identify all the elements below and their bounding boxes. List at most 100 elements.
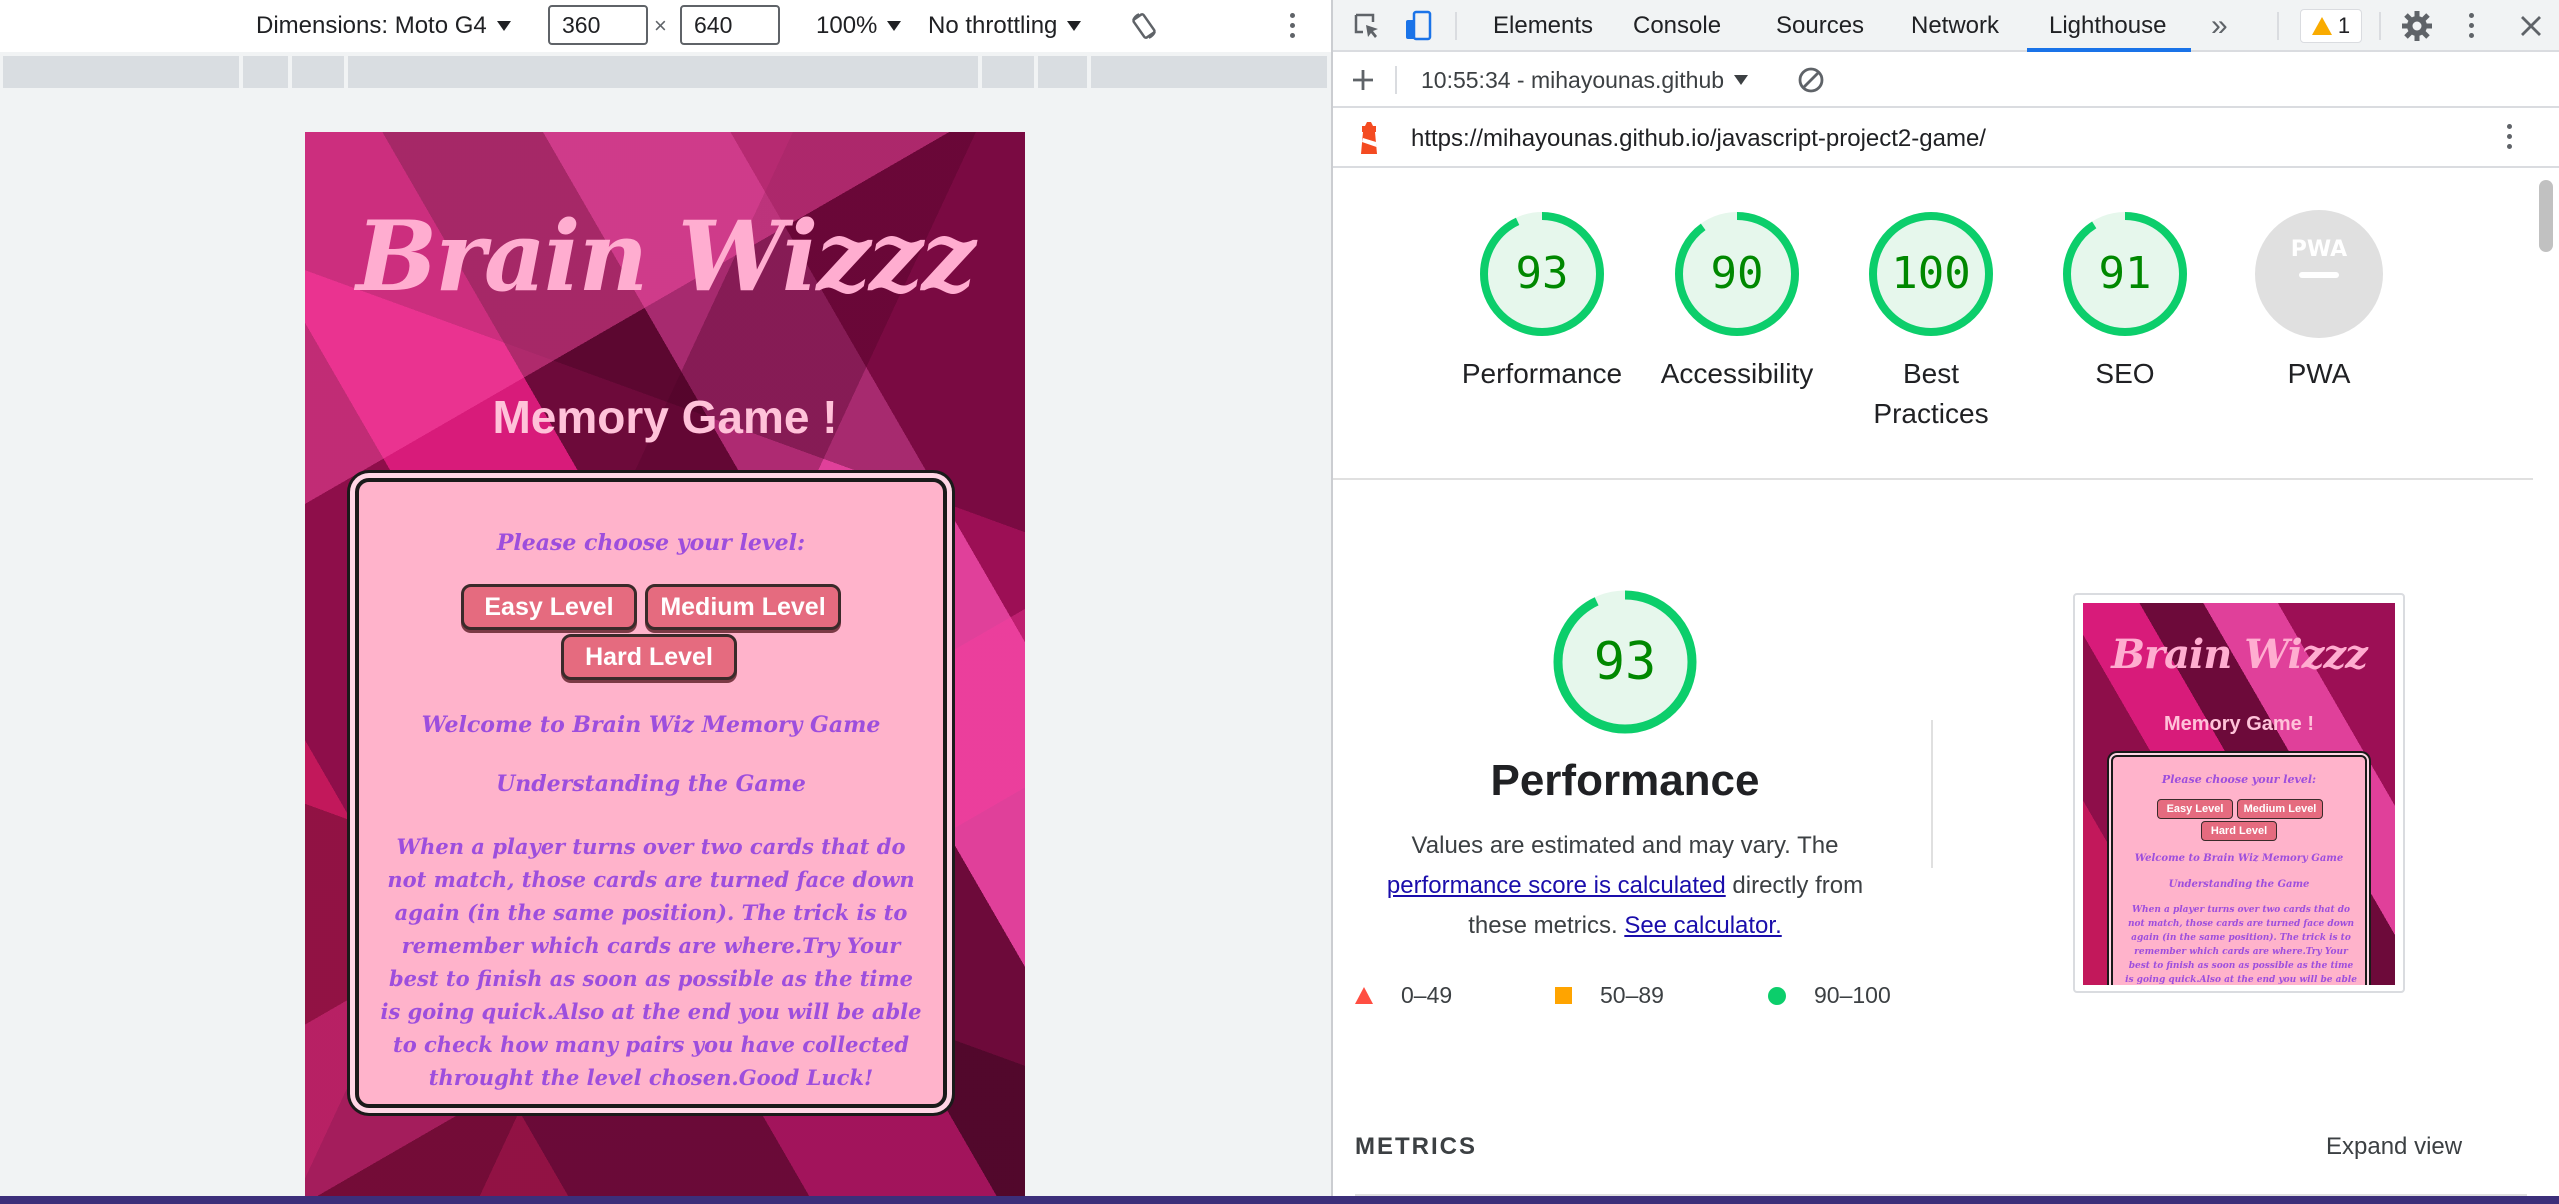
toolbar-separator [1395, 66, 1397, 94]
report-time-label: 10:55:34 - mihayounas.github [1421, 66, 1725, 93]
score-gauge-ring: 93 [1480, 212, 1604, 336]
devtools-more-options-icon[interactable] [2469, 13, 2475, 38]
lighthouse-toolbar: 10:55:34 - mihayounas.github [1333, 52, 2559, 108]
tab-lighthouse[interactable]: Lighthouse [2049, 0, 2166, 52]
tab-sources[interactable]: Sources [1776, 0, 1864, 52]
score-gauge-ring: 93 [1553, 590, 1697, 734]
devtools-tabbar: Elements Console Sources Network Lightho… [1333, 0, 2559, 52]
intro-card: Please choose your level: Easy Level Med… [355, 478, 947, 1108]
device-toolbar-toggle-icon[interactable] [1403, 10, 1433, 42]
warnings-badge[interactable]: 1 [2300, 9, 2362, 43]
chevron-down-icon [496, 21, 511, 31]
thumb-welcome: Welcome to Brain Wiz Memory Game [2134, 853, 2344, 864]
game-subtitle: Memory Game ! [492, 391, 838, 443]
gauge-label-seo: SEO [2095, 358, 2155, 389]
report-scrollbar-thumb[interactable] [2539, 180, 2553, 252]
gauge-accessibility[interactable]: 90 [1673, 210, 1801, 338]
hard-level-button[interactable]: Hard Level [561, 634, 737, 680]
thumb-intro-card: Please choose your level: Easy Level Med… [2111, 755, 2367, 985]
warning-icon [2311, 17, 2332, 35]
report-more-options-icon[interactable] [2507, 124, 2513, 149]
gauge-label-performance: Performance [1461, 358, 1623, 389]
gauge-best-practices[interactable]: 100 [1867, 210, 1995, 338]
legend-fail-label: 0–49 [1401, 982, 1453, 1008]
performance-score-link[interactable]: performance score is calculated [1387, 872, 1726, 899]
performance-heading: Performance [1490, 756, 1760, 805]
tab-elements[interactable]: Elements [1493, 0, 1593, 52]
report-url-bar: https://mihayounas.github.io/javascript-… [1333, 110, 2559, 168]
report-content: 93 Performance 90 Accessibility 100 Best… [1333, 170, 2559, 1204]
game-title: Brain Wizzz [356, 200, 976, 313]
throttling-select[interactable]: No throttling [928, 0, 1082, 52]
thumbnail-image: Brain Wizzz Memory Game ! Please choose … [2083, 603, 2395, 985]
zoom-label: 100% [816, 12, 878, 39]
gauge-value: 91 [2099, 248, 2152, 299]
new-report-plus-icon[interactable] [1351, 68, 1375, 92]
more-options-icon[interactable] [1290, 13, 1296, 38]
gauge-label-pwa: PWA [2287, 358, 2351, 389]
legend-pass-label: 90–100 [1814, 982, 1891, 1008]
report-url[interactable]: https://mihayounas.github.io/javascript-… [1411, 110, 1986, 168]
easy-level-button[interactable]: Easy Level [461, 584, 637, 630]
pass-circle-icon [1768, 986, 1786, 1005]
dimension-times-sign: × [654, 13, 667, 38]
close-devtools-icon[interactable] [2519, 14, 2543, 38]
report-select[interactable]: 10:55:34 - mihayounas.github [1421, 52, 1749, 108]
toolbar-separator [2277, 12, 2279, 40]
understanding-heading: Understanding the Game [496, 771, 806, 797]
legend-average-label: 50–89 [1600, 982, 1664, 1008]
gauge-value: 100 [1891, 248, 1970, 299]
gauge-pwa[interactable]: PWA [2255, 210, 2383, 338]
welcome-text: Welcome to Brain Wiz Memory Game [421, 712, 881, 738]
rotate-icon[interactable] [1130, 12, 1158, 40]
medium-level-button[interactable]: Medium Level [645, 584, 841, 630]
settings-gear-icon[interactable] [2401, 10, 2433, 42]
media-query-bar[interactable] [3, 56, 1328, 88]
gauge-performance[interactable]: 93 [1478, 210, 1606, 338]
lighthouse-logo-icon [1361, 122, 1377, 154]
gauge-label-accessibility: Accessibility [1660, 358, 1814, 389]
toolbar-separator [1455, 12, 1457, 40]
score-gauge-ring: 90 [1675, 212, 1799, 336]
gauge-label-best-practices: Best Practices [1873, 358, 1989, 429]
device-height-input[interactable]: 640 [680, 5, 780, 45]
gauge-seo[interactable]: 91 [2061, 210, 2189, 338]
expand-view-button[interactable]: Expand view [2326, 1133, 2462, 1161]
device-dimensions-select[interactable]: Dimensions: Moto G4 [256, 0, 511, 52]
more-tabs-button[interactable]: » [2211, 0, 2228, 52]
legend-pass: 90–100 [1768, 982, 1891, 1009]
choose-level-text: Please choose your level: [496, 530, 806, 556]
gauge-performance-large[interactable]: 93 [1551, 588, 1699, 736]
warning-count: 1 [2337, 13, 2351, 38]
devtools-panel: Elements Console Sources Network Lightho… [1333, 0, 2559, 1204]
tab-console[interactable]: Console [1633, 0, 1721, 52]
see-calculator-link[interactable]: See calculator. [1624, 912, 1781, 939]
score-gauge-ring: 91 [2063, 212, 2187, 336]
chevron-down-icon [1734, 75, 1749, 85]
zoom-select[interactable]: 100% [816, 0, 902, 52]
final-screenshot-thumbnail[interactable]: Brain Wizzz Memory Game ! Please choose … [2073, 593, 2405, 993]
tab-network[interactable]: Network [1911, 0, 1999, 52]
thumb-game-title: Brain Wizzz [2111, 631, 2368, 678]
average-square-icon [1555, 987, 1572, 1004]
fail-triangle-icon [1355, 987, 1373, 1004]
legend-average: 50–89 [1555, 982, 1664, 1009]
inspect-element-icon[interactable] [1353, 12, 1381, 40]
metrics-heading: METRICS [1355, 1133, 1477, 1160]
pwa-badge-icon: PWA [2255, 210, 2383, 338]
gauge-value: 93 [1594, 632, 1657, 692]
section-divider [1333, 478, 2533, 480]
device-width-input[interactable]: 360 [548, 5, 648, 45]
pwa-badge-text: PWA [2291, 237, 2347, 262]
device-toolbar: Dimensions: Moto G4 360 × 640 100% No th… [0, 0, 1331, 52]
thumb-medium-button: Medium Level [2237, 799, 2323, 819]
thumb-game-subtitle: Memory Game ! [2163, 713, 2315, 735]
chevron-down-icon [887, 21, 902, 31]
throttling-label: No throttling [928, 12, 1058, 39]
toolbar-separator [2379, 12, 2381, 40]
clear-reports-icon[interactable] [1797, 66, 1825, 94]
gauge-value: 90 [1711, 248, 1764, 299]
thumb-easy-button: Easy Level [2157, 799, 2233, 819]
thumb-choose-level: Please choose your level: [2161, 773, 2317, 786]
game-description: When a player turns over two cards that … [380, 834, 922, 1090]
